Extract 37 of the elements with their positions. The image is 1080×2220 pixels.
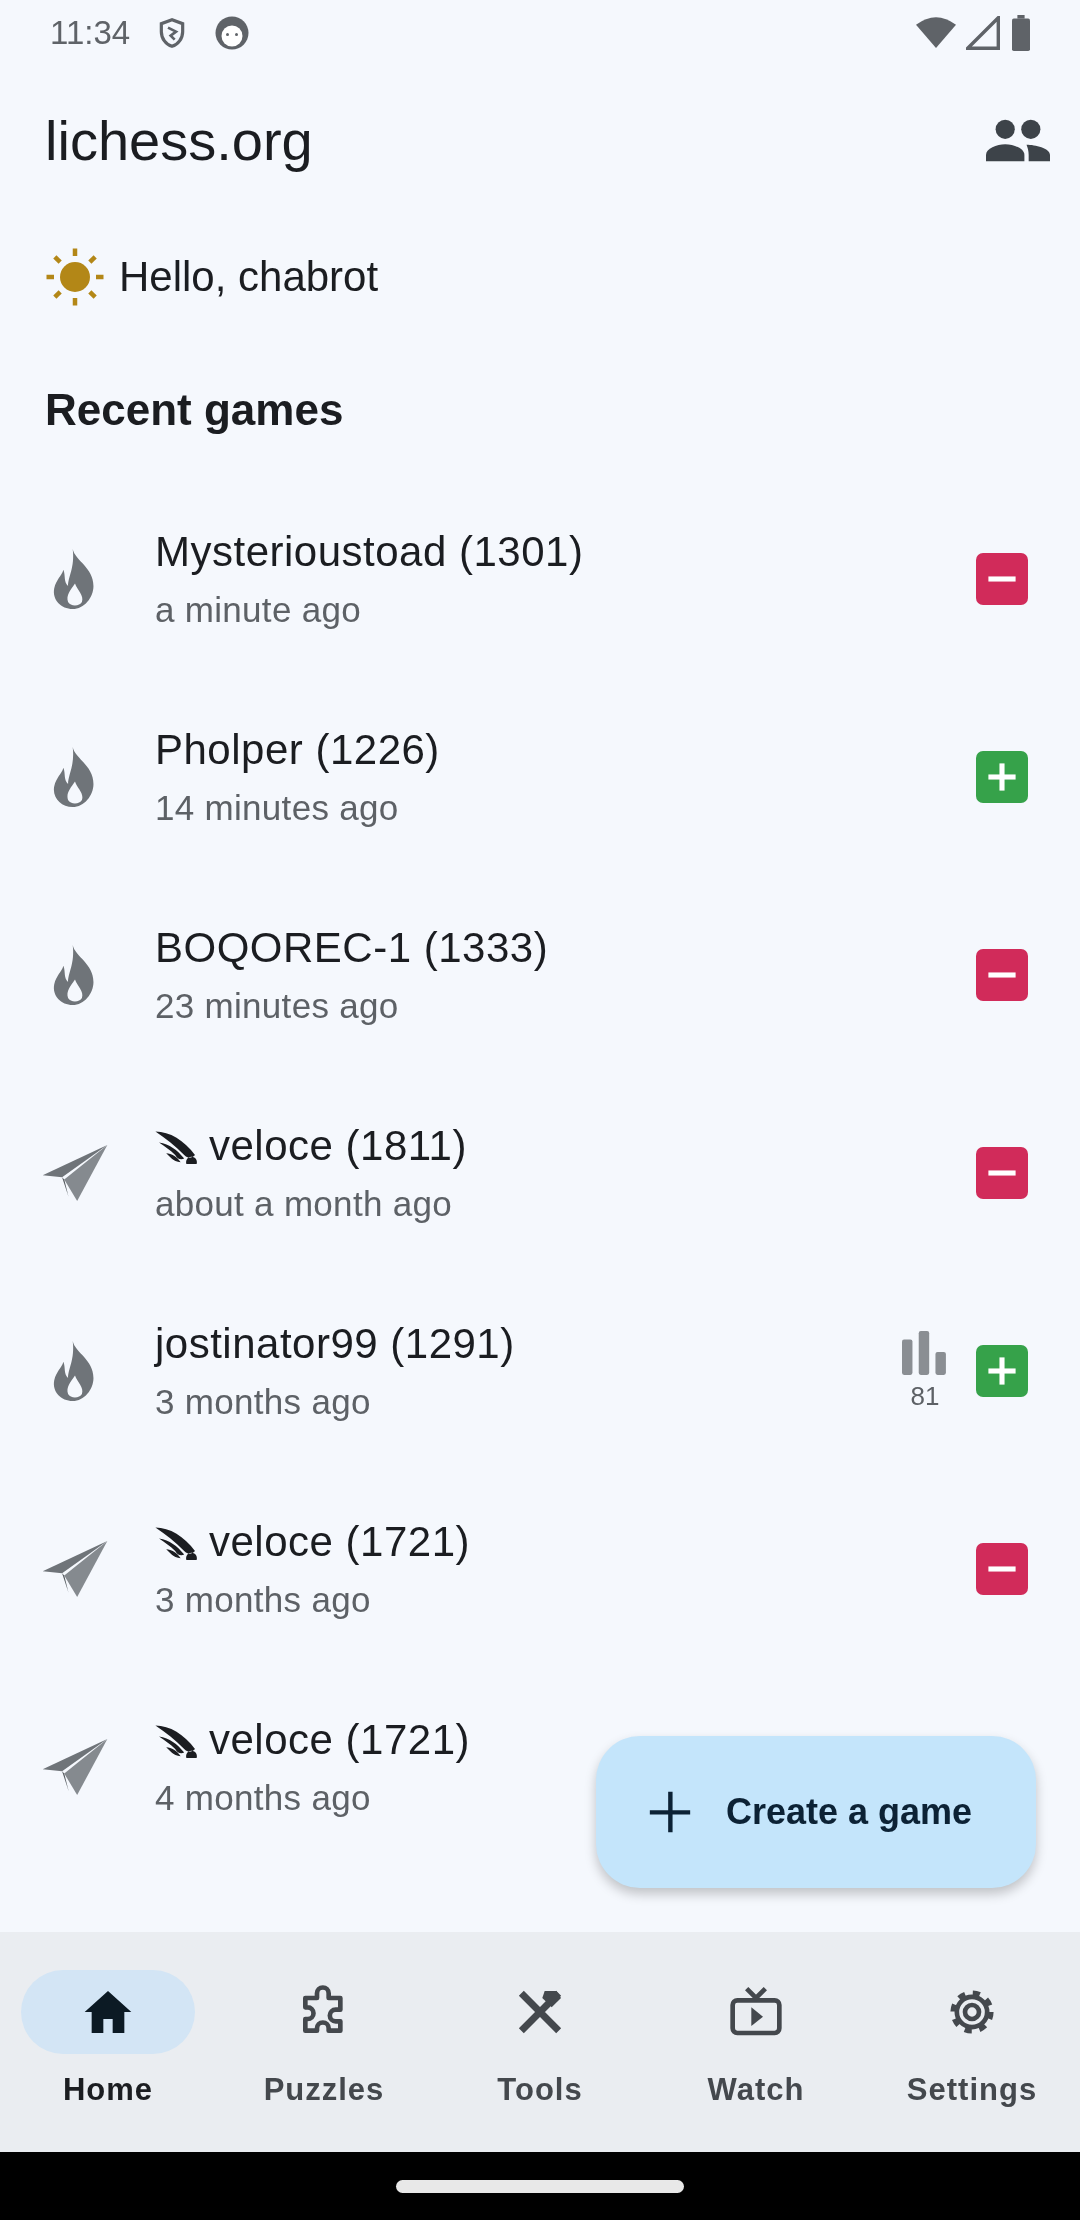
opponent-name: veloce (1811) [209,1122,467,1170]
stat-count: 81 [910,1380,940,1412]
clock: 11:34 [50,14,131,52]
create-game-button[interactable]: Create a game [596,1736,1036,1888]
game-time: 23 minutes ago [155,986,399,1026]
nav-tab[interactable]: Puzzles [216,1932,432,2152]
game-time: 4 months ago [155,1778,371,1818]
gesture-handle[interactable] [396,2179,684,2193]
opponent-name: veloce (1721) [209,1716,470,1764]
nav-tab[interactable]: Home [0,1932,216,2152]
game-time: a minute ago [155,590,361,630]
section-title: Recent games [45,385,344,435]
bar-chart-icon [902,1330,948,1375]
opponent-name: veloce (1721) [209,1518,470,1566]
game-time: 14 minutes ago [155,788,399,828]
game-time: about a month ago [155,1184,452,1224]
signal-icon [966,16,1000,50]
opponent-name: Pholper (1226) [155,726,440,774]
game-time: 3 months ago [155,1580,371,1620]
nav-tab[interactable]: Watch [648,1932,864,2152]
opponent-name: BOQOREC-1 (1333) [155,924,549,972]
greeting-text: Hello, chabrot [119,253,379,301]
paper-plane-icon [42,1145,108,1201]
nav-tab[interactable]: Tools [432,1932,648,2152]
people-icon[interactable] [986,118,1050,162]
face-icon [214,15,251,51]
paper-plane-icon [42,1541,108,1597]
wifi-icon [916,16,956,50]
plus-icon [648,1790,692,1834]
opponent-name: jostinator99 (1291) [155,1320,515,1368]
sun-icon [45,247,105,307]
app-title: lichess.org [45,107,314,173]
battery-icon [1010,15,1032,51]
paper-plane-icon [42,1739,108,1795]
opponent-name: Mysterioustoad (1301) [155,528,584,576]
game-time: 3 months ago [155,1382,371,1422]
nav-tab[interactable]: Settings [864,1932,1080,2152]
